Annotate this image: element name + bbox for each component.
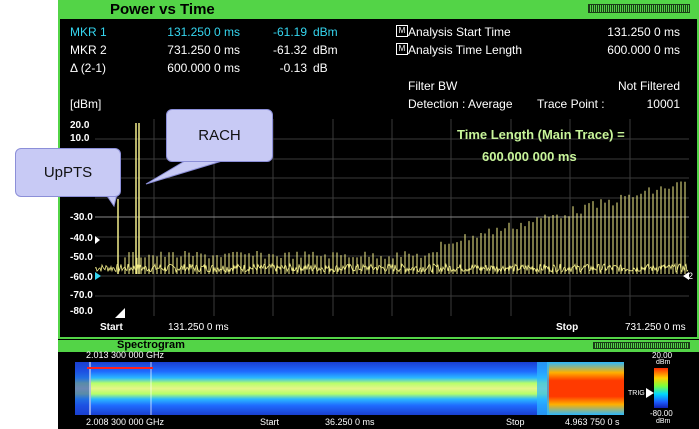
spectrogram-stop-label: Stop: [506, 417, 525, 427]
filter-value: Not Filtered: [617, 79, 680, 93]
delta-level: -0.13: [279, 61, 307, 75]
delta-unit: dB: [313, 61, 328, 75]
uppts-callout: UpPTS: [15, 148, 121, 197]
trig-label: TRIG: [628, 390, 645, 397]
marker1-label: MKR 1: [70, 25, 107, 39]
marker2-level: -61.32: [272, 43, 307, 57]
spectrogram-range-bar: [87, 367, 153, 369]
delta-time: 600.000 0 ms: [167, 61, 240, 75]
marker1-triangle-icon: [95, 272, 101, 280]
y-tick: -30.0: [70, 212, 93, 223]
trig-arrow-icon: [646, 388, 654, 398]
trace-point-label: Trace Point :: [537, 97, 605, 111]
rach-callout: RACH: [166, 109, 273, 162]
title-grip[interactable]: [588, 4, 690, 13]
y-tick: -60.0: [70, 272, 93, 283]
window-title: Power vs Time: [110, 1, 215, 18]
y-tick: 10.0: [70, 133, 90, 144]
x-stop-value: 731.250 0 ms: [625, 322, 686, 333]
color-scale-bar: [654, 368, 668, 408]
y-tick: -70.0: [70, 290, 93, 301]
y-tick: -40.0: [70, 233, 93, 244]
marker2-time: 731.250 0 ms: [167, 43, 240, 57]
trace-point-value: 10001: [646, 97, 680, 111]
y-tick: -80.0: [70, 306, 93, 317]
x-start-value: 131.250 0 ms: [168, 322, 229, 333]
marker1-unit: dBm: [313, 25, 338, 39]
marker1-level: -61.19: [272, 25, 307, 39]
spectrogram-top-freq: 2.013 300 000 GHz: [86, 350, 165, 360]
start-marker-icon: [115, 308, 125, 318]
marker2-flag: 2: [688, 271, 694, 281]
filter-label: Filter BW: [408, 79, 458, 93]
detection-label: Detection : Average: [408, 97, 513, 111]
analysis-length-value: 600.000 0 ms: [607, 43, 680, 57]
x-start-label: Start: [100, 322, 123, 333]
spectrogram-stop-value: 4.963 750 0 s: [565, 417, 620, 427]
time-length-annotation-line1: Time Length (Main Trace) =: [457, 127, 625, 142]
analysis-start-value: 131.250 0 ms: [607, 25, 680, 39]
scale-top-unit: dBm: [656, 359, 671, 366]
analysis-length-label: Analysis Time Length: [408, 43, 523, 57]
spectrogram-image[interactable]: [75, 362, 624, 415]
marker1-time: 131.250 0 ms: [167, 25, 240, 39]
delta-label: Δ (2-1): [70, 61, 107, 75]
x-stop-label: Stop: [556, 322, 579, 333]
spectrogram-bottom-freq: 2.008 300 000 GHz: [86, 417, 165, 427]
marker2-unit: dBm: [313, 43, 338, 57]
spectrogram-start-value: 36.250 0 ms: [325, 417, 375, 427]
spectrogram-grip[interactable]: [593, 342, 690, 349]
scale-bottom-unit: dBm: [656, 418, 671, 425]
scale-bottom-value: -80.00: [650, 409, 673, 418]
analysis-start-badge-icon: M: [396, 25, 408, 37]
y-unit-label: [dBm]: [70, 97, 102, 111]
analysis-start-label: Analysis Start Time: [408, 25, 511, 39]
marker2-label: MKR 2: [70, 43, 107, 57]
y-tick: 20.0: [70, 120, 90, 131]
y-tick: -50.0: [70, 252, 93, 263]
spectrogram-start-label: Start: [260, 417, 280, 427]
analysis-length-badge-icon: M: [396, 43, 408, 55]
time-length-annotation-line2: 600.000 000 ms: [482, 149, 577, 164]
